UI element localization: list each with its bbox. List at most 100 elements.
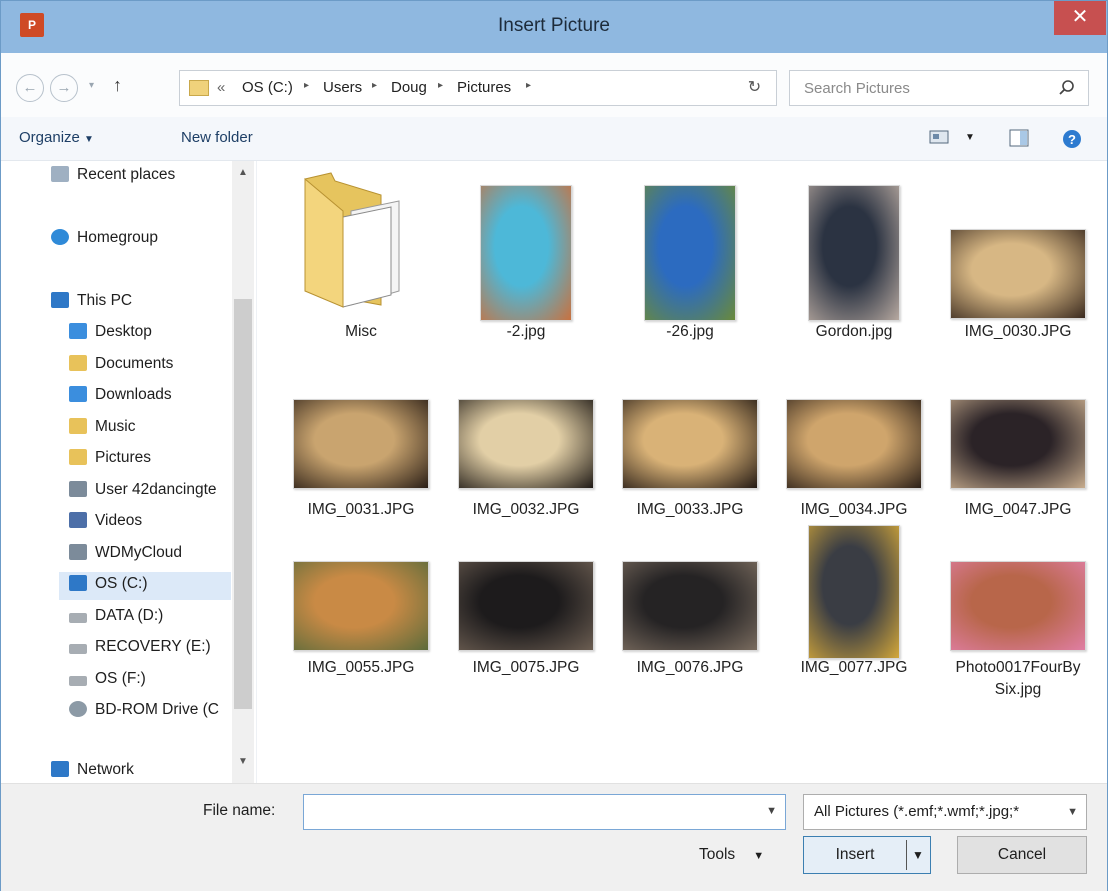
sidebar-item-os-f[interactable]: OS (F:) <box>69 670 146 696</box>
insert-options-chevron-icon[interactable]: ▼ <box>912 837 924 873</box>
sidebar-scrollbar[interactable]: ▲ ▼ <box>232 161 254 783</box>
forward-arrow-icon[interactable]: → <box>50 74 78 102</box>
image-file-item[interactable]: -26.jpg <box>610 171 770 361</box>
thumbnail <box>774 171 934 321</box>
sidebar-item-wdmycloud[interactable]: WDMyCloud <box>69 544 182 570</box>
sidebar-item-homegroup[interactable]: Homegroup <box>51 229 158 255</box>
sidebar-item-bd-rom[interactable]: BD-ROM Drive (C <box>69 701 219 727</box>
sidebar-item-pictures[interactable]: Pictures <box>69 449 151 475</box>
image-file-item[interactable]: IMG_0077.JPG <box>774 521 934 711</box>
address-bar[interactable]: « OS (C:) ▸ Users ▸ Doug ▸ Pictures ▸ ⌄ <box>179 70 777 106</box>
optical-drive-icon <box>69 701 87 717</box>
network-icon <box>51 761 69 777</box>
sidebar-item-data-d[interactable]: DATA (D:) <box>69 607 163 633</box>
image-file-item[interactable]: IMG_0030.JPG <box>938 171 1098 361</box>
photo-thumbnail <box>293 561 429 651</box>
sidebar-item-this-pc[interactable]: This PC <box>51 292 132 318</box>
chevron-down-icon: ▼ <box>753 850 765 862</box>
thumbnail <box>610 521 770 651</box>
search-input[interactable] <box>790 71 1088 105</box>
tools-menu[interactable]: Tools ▼ <box>699 846 764 864</box>
photo-thumbnail <box>458 399 594 489</box>
insert-button[interactable]: Insert ▼ <box>803 836 931 874</box>
file-type-filter[interactable]: All Pictures (*.emf;*.wmf;*.jpg;* ▼ <box>803 794 1087 830</box>
refresh-icon[interactable]: ↻ <box>733 70 777 106</box>
breadcrumb-separator-icon[interactable]: ▸ <box>372 80 377 91</box>
sidebar-item-network[interactable]: Network <box>51 761 134 783</box>
scroll-up-icon[interactable]: ▲ <box>238 167 248 178</box>
search-box[interactable] <box>789 70 1089 106</box>
new-folder-button[interactable]: New folder <box>181 129 253 146</box>
image-file-item[interactable]: Photo0017FourBy Six.jpg <box>938 521 1098 711</box>
breadcrumb-users[interactable]: Users <box>323 79 362 96</box>
svg-text:?: ? <box>1068 132 1076 147</box>
close-button[interactable]: ✕ <box>1054 1 1106 35</box>
search-icon[interactable] <box>1058 79 1076 97</box>
folder-icon <box>304 172 400 308</box>
file-name-field[interactable]: ▼ <box>303 794 786 830</box>
recent-locations-chevron-icon[interactable]: ▾ <box>89 80 94 91</box>
image-file-item[interactable]: IMG_0075.JPG <box>446 521 606 711</box>
sidebar-item-recent-places[interactable]: Recent places <box>51 166 175 192</box>
view-options-chevron-icon[interactable]: ▼ <box>965 132 975 143</box>
breadcrumb-os-c[interactable]: OS (C:) <box>242 79 293 96</box>
thumbnail <box>446 521 606 651</box>
preview-pane-icon[interactable] <box>1009 129 1029 151</box>
sidebar-item-label: WDMyCloud <box>95 544 182 561</box>
file-name-caption: IMG_0032.JPG <box>472 501 580 518</box>
file-name-caption: Misc <box>345 323 377 340</box>
image-file-item[interactable]: IMG_0055.JPG <box>281 521 441 711</box>
sidebar-item-documents[interactable]: Documents <box>69 355 173 381</box>
file-name-caption: IMG_0055.JPG <box>307 659 415 676</box>
file-name-caption: IMG_0077.JPG <box>800 659 908 676</box>
sidebar-item-label: Pictures <box>95 449 151 466</box>
photo-thumbnail <box>480 185 572 321</box>
image-file-item[interactable]: Gordon.jpg <box>774 171 934 361</box>
split-divider <box>906 840 907 870</box>
organize-menu[interactable]: Organize ▼ <box>19 129 94 146</box>
back-arrow-icon[interactable]: ← <box>16 74 44 102</box>
desktop-folder-icon <box>69 323 87 339</box>
scroll-down-icon[interactable]: ▼ <box>238 756 248 767</box>
file-name-input[interactable] <box>304 795 785 829</box>
title-bar[interactable]: P Insert Picture ✕ <box>1 1 1107 53</box>
sidebar-item-desktop[interactable]: Desktop <box>69 323 152 349</box>
sidebar-item-label: DATA (D:) <box>95 607 164 624</box>
image-file-item[interactable]: IMG_0076.JPG <box>610 521 770 711</box>
recent-places-icon <box>51 166 69 182</box>
organize-label: Organize <box>19 129 80 146</box>
sidebar-item-label: BD-ROM Drive (C <box>95 701 219 718</box>
scrollbar-thumb[interactable] <box>234 299 252 709</box>
sidebar-item-recovery-e[interactable]: RECOVERY (E:) <box>69 638 211 664</box>
sidebar-item-label: Videos <box>95 512 143 529</box>
file-name-dropdown-icon[interactable]: ▼ <box>766 805 777 817</box>
navigation-pane: Recent places Homegroup This PC Desktop … <box>1 161 257 783</box>
sidebar-item-label: Downloads <box>95 386 172 403</box>
folder-item[interactable]: Misc <box>281 171 441 361</box>
sidebar-item-os-c[interactable]: OS (C:) <box>59 572 231 600</box>
breadcrumb-doug[interactable]: Doug <box>391 79 427 96</box>
breadcrumb-separator-icon[interactable]: ▸ <box>526 80 531 91</box>
sidebar-item-videos[interactable]: Videos <box>69 512 142 538</box>
photo-thumbnail <box>622 399 758 489</box>
photo-thumbnail <box>950 561 1086 651</box>
breadcrumb-overflow[interactable]: « <box>217 79 225 96</box>
thumbnail <box>938 521 1098 651</box>
sidebar-item-music[interactable]: Music <box>69 418 135 444</box>
navigation-bar: ← → ▾ ↑ « OS (C:) ▸ Users ▸ Doug ▸ Pictu… <box>1 53 1107 117</box>
change-view-icon[interactable] <box>929 129 949 149</box>
sidebar-item-user-share[interactable]: User 42dancingte <box>69 481 217 507</box>
help-icon[interactable]: ? <box>1062 129 1082 153</box>
file-name-caption: -26.jpg <box>666 323 714 340</box>
tools-label: Tools <box>699 846 736 863</box>
breadcrumb-separator-icon[interactable]: ▸ <box>438 80 443 91</box>
sidebar-item-downloads[interactable]: Downloads <box>69 386 172 412</box>
breadcrumb-separator-icon[interactable]: ▸ <box>304 80 309 91</box>
photo-thumbnail <box>808 525 900 659</box>
up-arrow-icon[interactable]: ↑ <box>113 75 122 96</box>
image-file-item[interactable]: -2.jpg <box>446 171 606 361</box>
breadcrumb-pictures[interactable]: Pictures <box>457 79 511 96</box>
caption-line: Six.jpg <box>994 681 1042 698</box>
cancel-button[interactable]: Cancel <box>957 836 1087 874</box>
thumbnail <box>281 171 441 308</box>
